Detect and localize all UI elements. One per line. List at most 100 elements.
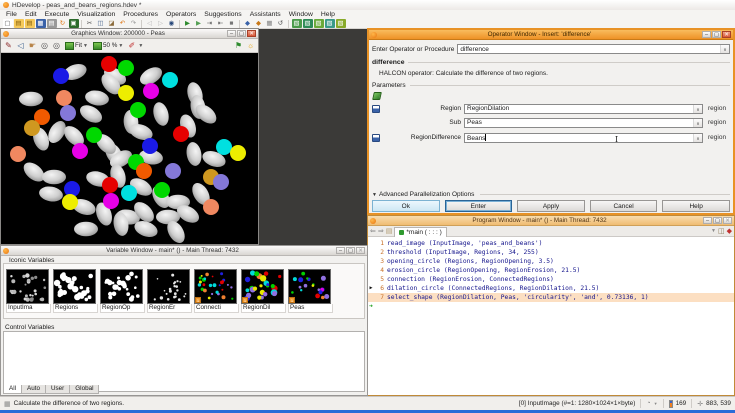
apply-button[interactable]: Apply <box>517 200 585 212</box>
code-editor[interactable]: 1read_image (InputImage, 'peas_and_beans… <box>368 238 734 395</box>
matching-assistant-icon[interactable]: ▧ <box>314 19 324 28</box>
window-dialog-icon[interactable]: ▦ <box>265 19 275 28</box>
enter-button[interactable]: Enter <box>445 200 513 212</box>
flag-icon[interactable]: ⚑ <box>233 40 244 51</box>
revert-icon[interactable]: ↻ <box>58 19 68 28</box>
ok-button[interactable]: Ok <box>372 200 440 212</box>
operator-window-title-bar[interactable]: Operator Window - Insert: 'difference' –… <box>369 30 733 40</box>
minimize-button[interactable]: – <box>227 30 236 37</box>
minimize-button[interactable]: – <box>336 247 345 254</box>
help-button[interactable]: Help <box>662 200 730 212</box>
tab-auto[interactable]: Auto <box>21 385 46 394</box>
code-line-6[interactable]: ▶6dilation_circle (ConnectedRegions, Reg… <box>368 284 734 293</box>
maximize-button[interactable]: ▢ <box>712 31 721 38</box>
browse-icon[interactable]: ◫ <box>718 227 725 235</box>
chevron-down-icon[interactable]: ▼ <box>138 43 143 49</box>
menu-visualization[interactable]: Visualization <box>73 10 119 19</box>
tab-global[interactable]: Global <box>69 385 99 394</box>
maximize-button[interactable]: ▢ <box>713 217 722 224</box>
variable-thumbnail[interactable] <box>100 269 143 304</box>
param-region-combo[interactable]: RegionDilation ∨ <box>464 104 703 114</box>
tab-main[interactable]: *main ( : : : ) <box>394 227 446 237</box>
maximize-button[interactable]: ▢ <box>237 30 246 37</box>
variable-thumbnail[interactable] <box>6 269 49 304</box>
insert-position-line[interactable]: ➜ <box>368 302 734 311</box>
bookmark-icon[interactable]: ◆ <box>727 227 732 235</box>
control-variables-list[interactable] <box>3 331 365 392</box>
variable-thumbnail[interactable]: 1 <box>288 269 331 304</box>
chevron-down-icon[interactable]: ∨ <box>693 134 702 142</box>
iconic-variable-connecti[interactable]: 1Connecti <box>194 269 239 313</box>
chevron-down-icon[interactable]: ▼ <box>83 43 88 49</box>
menu-execute[interactable]: Execute <box>41 10 74 19</box>
chevron-down-icon[interactable]: ▼ <box>711 228 716 234</box>
new-file-icon[interactable]: ▢ <box>3 19 13 28</box>
print-icon[interactable]: ▤ <box>47 19 57 28</box>
variable-thumbnail[interactable] <box>147 269 190 304</box>
help-book-icon[interactable]: ◆ <box>243 19 253 28</box>
calibration-assistant-icon[interactable]: ▧ <box>303 19 313 28</box>
stop-icon[interactable]: ■ <box>227 19 237 28</box>
chevron-down-icon[interactable]: ∨ <box>693 119 702 127</box>
code-line-5[interactable]: 5connection (RegionErosion, ConnectedReg… <box>368 275 734 284</box>
compile-icon[interactable]: ◉ <box>167 19 177 28</box>
iconic-variable-regioner[interactable]: RegionEr <box>147 269 192 313</box>
open-program-icon[interactable]: ▤ <box>14 19 24 28</box>
lightbulb-icon[interactable]: ☼ <box>245 40 256 51</box>
iconic-variable-inputima[interactable]: InputIma <box>6 269 51 313</box>
chevron-down-icon[interactable]: ∨ <box>720 45 729 53</box>
prev-disabled-icon[interactable]: ◁ <box>145 19 155 28</box>
screenshot-icon[interactable]: ▣ <box>69 19 79 28</box>
procedures-icon[interactable]: ▤ <box>386 227 393 235</box>
menu-help[interactable]: Help <box>317 10 339 19</box>
operator-search-combo[interactable]: difference ∨ <box>457 44 730 54</box>
graphics-canvas[interactable] <box>1 54 258 244</box>
chevron-down-icon[interactable]: ▼ <box>654 401 658 406</box>
clock-icon[interactable]: ◔ <box>646 400 650 407</box>
chevron-down-icon[interactable]: ∨ <box>693 105 702 113</box>
code-line-7[interactable]: 7select_shape (RegionDilation, Peas, 'ci… <box>368 293 734 302</box>
iconic-variable-regiondil[interactable]: 1RegionDil <box>241 269 286 313</box>
maximize-button[interactable]: ▢ <box>346 247 355 254</box>
operator-reference-icon[interactable]: ◆ <box>254 19 264 28</box>
menu-window[interactable]: Window <box>285 10 317 19</box>
draw-icon[interactable]: ✎ <box>3 40 14 51</box>
advanced-parallelization-label[interactable]: Advanced Parallelization Options <box>379 191 474 198</box>
variable-window-title-bar[interactable]: Variable Window - main* () - Main Thread… <box>1 246 367 256</box>
menu-operators[interactable]: Operators <box>162 10 200 19</box>
step-out-icon[interactable]: ⇤ <box>216 19 226 28</box>
iconic-variable-regionop[interactable]: RegionOp <box>100 269 145 313</box>
open-image-icon[interactable]: ▤ <box>25 19 35 28</box>
iconic-variable-regions[interactable]: Regions <box>53 269 98 313</box>
code-line-4[interactable]: 4erosion_circle (RegionOpening, RegionEr… <box>368 266 734 275</box>
save-icon[interactable]: ▦ <box>36 19 46 28</box>
graphics-window-title-bar[interactable]: Graphics Window: 200000 - Peas – ▢ ✕ <box>1 29 258 39</box>
menu-file[interactable]: File <box>2 10 21 19</box>
back-arrow-icon[interactable]: ⇐ <box>370 227 376 235</box>
code-line-1[interactable]: 1read_image (InputImage, 'peas_and_beans… <box>368 239 734 248</box>
variable-thumbnail[interactable]: 1 <box>241 269 284 304</box>
image-acquisition-assistant-icon[interactable]: ▧ <box>292 19 302 28</box>
program-window-title-bar[interactable]: Program Window - main* () - Main Thread:… <box>368 216 734 226</box>
reset-program-icon[interactable]: ↺ <box>276 19 286 28</box>
menu-assistants[interactable]: Assistants <box>246 10 285 19</box>
menu-edit[interactable]: Edit <box>21 10 41 19</box>
measure-icon[interactable]: ✐ <box>126 40 137 51</box>
tab-user[interactable]: User <box>45 385 70 394</box>
pan-icon[interactable]: ☛ <box>27 40 38 51</box>
minimize-button[interactable]: – <box>702 31 711 38</box>
close-button[interactable]: ✕ <box>722 31 731 38</box>
zoom-icon[interactable]: ◎ <box>39 40 50 51</box>
minimize-button[interactable]: – <box>703 217 712 224</box>
cut-icon[interactable]: ✂ <box>85 19 95 28</box>
code-line-2[interactable]: 2threshold (InputImage, Regions, 34, 255… <box>368 248 734 257</box>
step-into-icon[interactable]: ⇥ <box>205 19 215 28</box>
close-button[interactable]: ✕ <box>356 247 365 254</box>
code-line-3[interactable]: 3opening_circle (Regions, RegionOpening,… <box>368 257 734 266</box>
ocr-assistant-icon[interactable]: ▧ <box>336 19 346 28</box>
step-over-icon[interactable]: ▶ <box>194 19 204 28</box>
paste-icon[interactable]: ◪ <box>107 19 117 28</box>
tab-all[interactable]: All <box>3 385 22 394</box>
forward-arrow-icon[interactable]: ⇒ <box>378 227 384 235</box>
menu-procedures[interactable]: Procedures <box>119 10 162 19</box>
